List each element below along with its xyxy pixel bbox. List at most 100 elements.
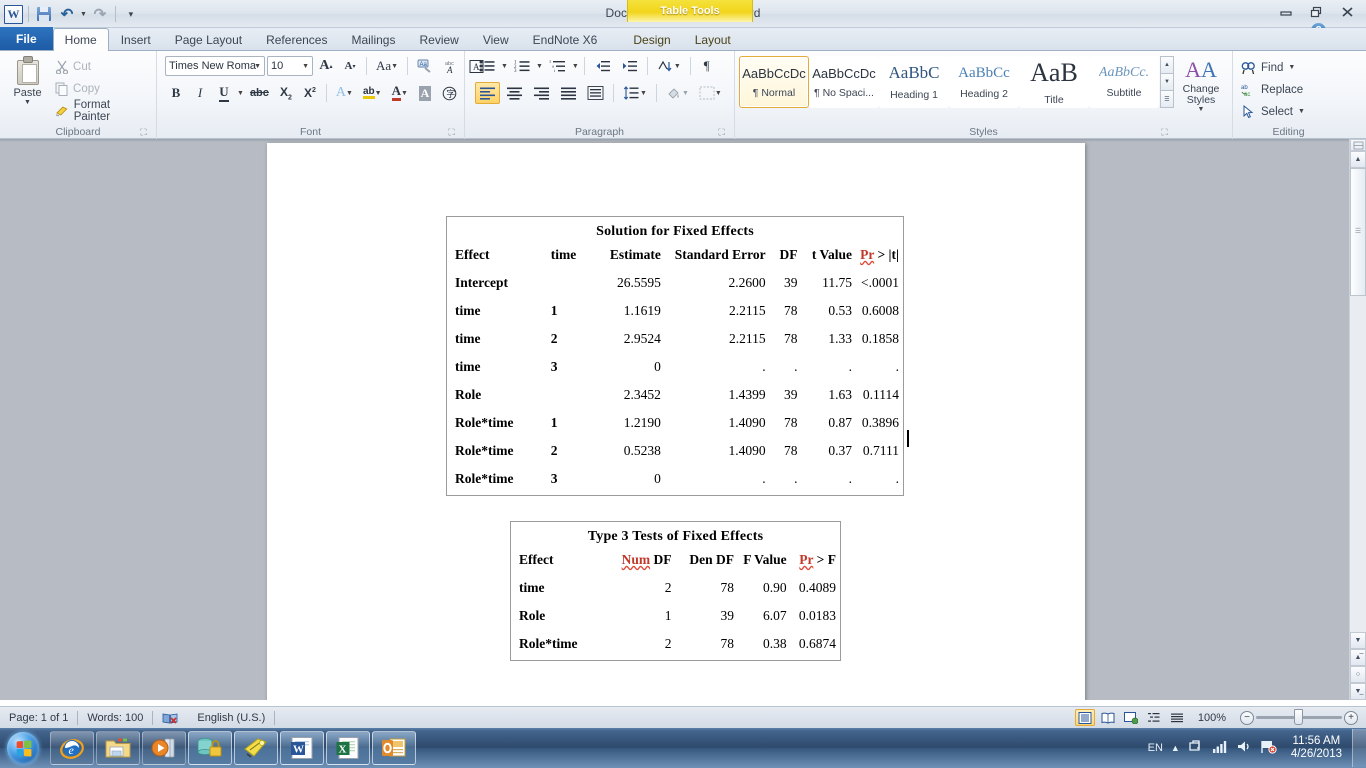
view-print-layout-button[interactable] — [1074, 709, 1095, 726]
font-name-combo[interactable]: Times New Roma ▼ — [165, 56, 265, 76]
subscript-button[interactable]: X2 — [275, 82, 297, 104]
cut-button[interactable]: Cut — [51, 57, 152, 77]
styles-scroll-down-button[interactable]: ▼ — [1160, 74, 1174, 91]
start-button[interactable] — [0, 729, 46, 767]
zoom-in-button[interactable]: + — [1344, 710, 1358, 725]
increase-indent-button[interactable] — [617, 55, 642, 77]
borders-button[interactable]: ▼ — [695, 82, 726, 104]
table-solution-for-fixed-effects[interactable]: Solution for Fixed Effects Effect time E… — [446, 216, 904, 496]
zoom-slider[interactable]: − + — [1240, 709, 1358, 725]
change-styles-button[interactable]: AA Change Styles ▼ — [1174, 54, 1228, 114]
clear-formatting-button[interactable]: Aa — [413, 55, 438, 77]
chevron-down-icon[interactable]: ▼ — [1288, 64, 1295, 71]
proofing-status-button[interactable] — [153, 707, 188, 729]
taskbar-microsoft-outlook[interactable] — [372, 731, 416, 765]
styles-gallery-scrollbar[interactable]: ▲ ▼ ☰ — [1160, 56, 1174, 108]
underline-dropdown-icon[interactable]: ▼ — [237, 90, 244, 97]
restore-button[interactable] — [1302, 2, 1331, 21]
grow-font-button[interactable]: A ▴ — [315, 55, 337, 77]
chevron-down-icon[interactable]: ▼ — [1298, 108, 1305, 115]
zoom-out-button[interactable]: − — [1240, 710, 1254, 725]
tab-file[interactable]: File — [0, 27, 53, 50]
multilevel-dropdown-icon[interactable]: ▼ — [572, 63, 579, 70]
scroll-down-button[interactable]: ▼ — [1350, 632, 1366, 649]
text-effects-button[interactable]: A ▼ — [332, 82, 357, 104]
enclose-characters-button[interactable]: 字 — [438, 82, 461, 104]
tab-mailings[interactable]: Mailings — [339, 28, 407, 50]
find-button[interactable]: Find ▼ — [1237, 57, 1309, 78]
clock[interactable]: 11:56 AM 4/26/2013 — [1285, 735, 1348, 761]
document-page[interactable]: Solution for Fixed Effects Effect time E… — [267, 143, 1085, 700]
font-color-button[interactable]: A ▼ — [388, 82, 412, 104]
zoom-track[interactable] — [1256, 709, 1342, 725]
align-right-button[interactable] — [529, 82, 554, 104]
taskbar-windows-media-player[interactable] — [142, 731, 186, 765]
scroll-up-button[interactable]: ▲ — [1350, 151, 1366, 168]
chevron-down-icon[interactable]: ▼ — [24, 99, 31, 106]
line-spacing-button[interactable]: ▼ — [619, 82, 651, 104]
tab-insert[interactable]: Insert — [109, 28, 163, 50]
numbering-button[interactable]: 123 — [510, 55, 534, 77]
character-shading-button[interactable]: A — [414, 82, 436, 104]
tab-page-layout[interactable]: Page Layout — [163, 28, 254, 50]
strikethrough-button[interactable]: abc — [246, 82, 273, 104]
taskbar-microsoft-word[interactable]: W — [280, 731, 324, 765]
minimize-button[interactable] — [1271, 2, 1300, 21]
distributed-button[interactable] — [583, 82, 608, 104]
document-area[interactable]: Solution for Fixed Effects Effect time E… — [0, 139, 1366, 700]
select-button[interactable]: Select ▼ — [1237, 101, 1309, 122]
taskbar-sas-database[interactable] — [188, 731, 232, 765]
format-painter-button[interactable]: Format Painter — [51, 99, 152, 123]
shading-button[interactable]: ▼ — [662, 82, 693, 104]
style-no-spacing[interactable]: AaBbCcDc ¶ No Spaci... — [809, 56, 879, 108]
tab-endnote[interactable]: EndNote X6 — [521, 28, 610, 50]
show-desktop-button[interactable] — [1352, 729, 1366, 767]
styles-scroll-up-button[interactable]: ▲ — [1160, 56, 1174, 74]
show-formatting-marks-button[interactable]: ¶ — [696, 55, 718, 77]
taskbar-microsoft-excel[interactable]: X — [326, 731, 370, 765]
view-full-screen-reading-button[interactable] — [1098, 709, 1118, 726]
style-normal[interactable]: AaBbCcDc ¶ Normal — [739, 56, 809, 108]
view-outline-button[interactable] — [1144, 709, 1164, 726]
zoom-thumb[interactable] — [1294, 709, 1303, 725]
volume-icon[interactable] — [1236, 739, 1252, 757]
font-dialog-launcher[interactable]: ⛶ — [446, 127, 457, 138]
document-vertical-scrollbar[interactable]: ▲ ☰ ▼ ▲̅ ○ ▼̲ — [1349, 139, 1366, 700]
numbering-dropdown-icon[interactable]: ▼ — [536, 63, 543, 70]
select-browse-object-button[interactable]: ○ — [1350, 666, 1366, 683]
styles-more-button[interactable]: ☰ — [1160, 91, 1174, 108]
word-count[interactable]: Words: 100 — [78, 707, 152, 729]
style-subtitle[interactable]: AaBbCc. Subtitle — [1089, 56, 1159, 108]
shrink-font-button[interactable]: A ▾ — [339, 55, 361, 77]
close-button[interactable] — [1333, 2, 1362, 21]
sort-button[interactable]: ▼ — [653, 55, 685, 77]
replace-button[interactable]: ab ac Replace — [1237, 79, 1309, 100]
tab-view[interactable]: View — [471, 28, 521, 50]
justify-button[interactable] — [556, 82, 581, 104]
taskbar-endnote[interactable] — [234, 731, 278, 765]
tab-layout[interactable]: Layout — [683, 28, 743, 50]
decrease-indent-button[interactable] — [590, 55, 615, 77]
zoom-level[interactable]: 100% — [1198, 712, 1226, 724]
phonetic-guide-button[interactable]: abc A — [440, 55, 463, 77]
page-indicator[interactable]: Page: 1 of 1 — [0, 707, 77, 729]
view-web-layout-button[interactable] — [1121, 709, 1141, 726]
clipboard-dialog-launcher[interactable]: ⛶ — [138, 127, 149, 138]
italic-button[interactable]: I — [189, 82, 211, 104]
view-draft-button[interactable] — [1167, 709, 1187, 726]
split-window-button[interactable] — [1350, 139, 1366, 151]
next-page-button[interactable]: ▼̲ — [1350, 683, 1366, 700]
style-title[interactable]: AaB Title — [1019, 56, 1089, 108]
tab-home[interactable]: Home — [52, 28, 109, 51]
align-center-button[interactable] — [502, 82, 527, 104]
underline-button[interactable]: U — [213, 82, 235, 104]
language-indicator[interactable]: English (U.S.) — [188, 707, 274, 729]
previous-page-button[interactable]: ▲̅ — [1350, 649, 1366, 666]
taskbar-windows-explorer[interactable] — [96, 731, 140, 765]
superscript-button[interactable]: X2 — [299, 82, 321, 104]
language-bar[interactable]: EN — [1148, 742, 1163, 754]
tab-review[interactable]: Review — [407, 28, 470, 50]
multilevel-list-button[interactable]: 1ai — [545, 55, 570, 77]
change-case-button[interactable]: Aa ▼ — [372, 55, 402, 77]
text-highlight-button[interactable]: ab ▼ — [359, 82, 386, 104]
